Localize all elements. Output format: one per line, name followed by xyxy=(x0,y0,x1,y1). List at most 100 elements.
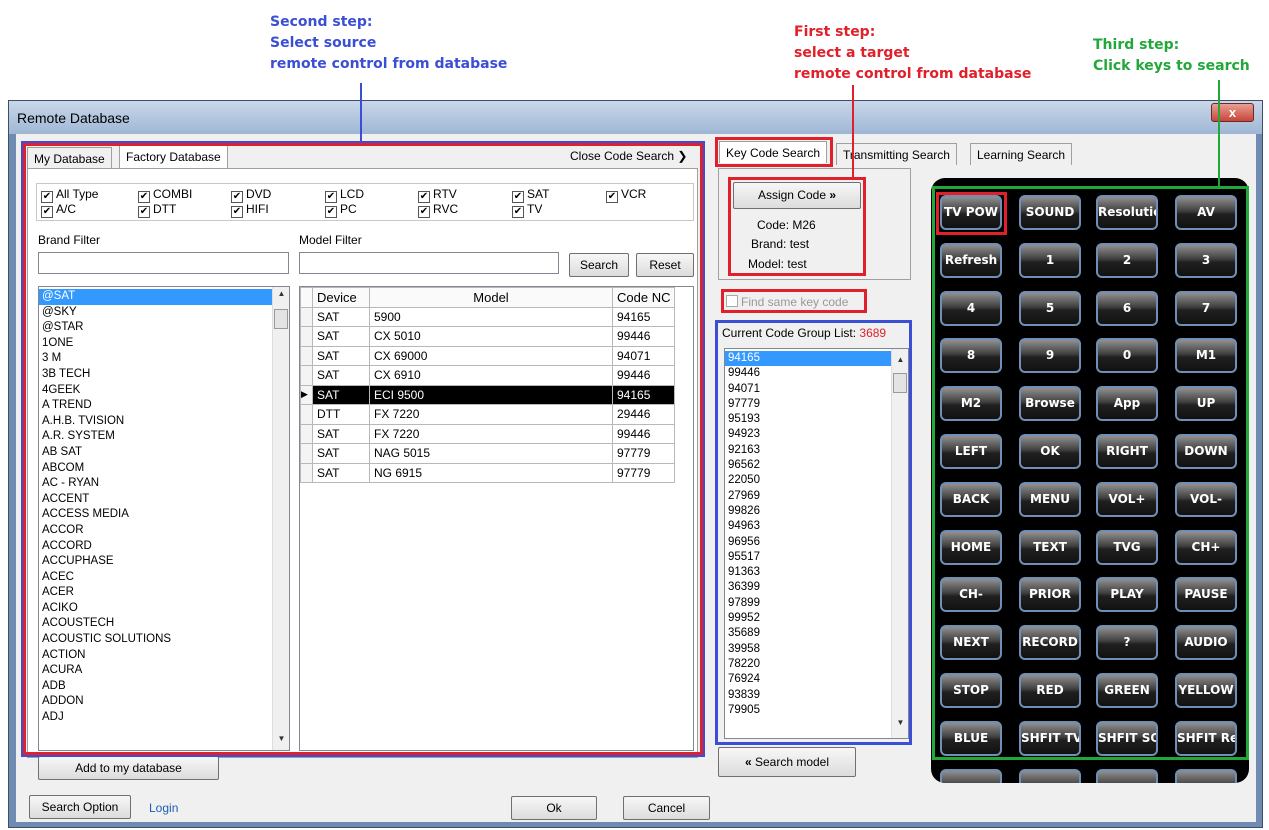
checkbox-rvc[interactable]: ✔ RVC xyxy=(418,202,458,218)
code-list-item[interactable]: 79905 xyxy=(725,703,891,718)
remote-key-back[interactable]: BACK xyxy=(940,481,1002,517)
brand-list-item[interactable]: ACCUPHASE xyxy=(39,554,272,570)
remote-key-right[interactable]: RIGHT xyxy=(1096,434,1158,469)
remote-key-partial[interactable] xyxy=(940,768,1002,783)
code-list-item[interactable]: 92163 xyxy=(725,443,891,458)
scroll-down-icon[interactable]: ▼ xyxy=(892,718,908,732)
remote-key-app[interactable]: App xyxy=(1096,386,1158,422)
remote-key-refresh[interactable]: Refresh xyxy=(940,242,1002,278)
brand-list-item[interactable]: ABCOM xyxy=(39,461,272,477)
remote-key-3[interactable]: 3 xyxy=(1175,242,1237,278)
brand-list-item[interactable]: 3 M xyxy=(39,351,272,367)
code-list-item[interactable]: 78220 xyxy=(725,657,891,672)
tab-factory-database[interactable]: Factory Database xyxy=(119,145,228,169)
table-row[interactable]: SAT CX 5010 99446 xyxy=(300,326,676,347)
row-header[interactable] xyxy=(300,365,313,386)
remote-key-text[interactable]: TEXT xyxy=(1019,529,1081,565)
search-model-button[interactable]: « Search model xyxy=(718,747,856,777)
remote-key-up[interactable]: UP xyxy=(1175,386,1237,422)
checkbox-sat[interactable]: ✔ SAT xyxy=(512,187,549,203)
row-header[interactable] xyxy=(300,462,313,483)
brand-list-item[interactable]: ACER xyxy=(39,585,272,601)
scroll-down-icon[interactable]: ▼ xyxy=(273,734,289,748)
code-list-item[interactable]: 36399 xyxy=(725,580,891,595)
code-list-item[interactable]: 22050 xyxy=(725,473,891,488)
remote-key-ch+[interactable]: CH+ xyxy=(1175,529,1237,565)
tab-key-code-search[interactable]: Key Code Search xyxy=(719,141,828,163)
brand-filter-input[interactable] xyxy=(38,252,289,274)
row-header[interactable]: ▶ xyxy=(300,384,313,405)
tab-transmitting-search[interactable]: Transmitting Search xyxy=(836,143,957,165)
remote-key-menu[interactable]: MENU xyxy=(1019,481,1081,517)
code-list-item[interactable]: 27969 xyxy=(725,489,891,504)
brand-list-item[interactable]: 3B TECH xyxy=(39,367,272,383)
remote-key-down[interactable]: DOWN xyxy=(1175,434,1237,469)
reset-button[interactable]: Reset xyxy=(636,253,694,277)
code-list-item[interactable]: 94071 xyxy=(725,382,891,397)
remote-key-5[interactable]: 5 xyxy=(1019,290,1081,326)
remote-key-partial[interactable] xyxy=(1019,768,1081,783)
scroll-thumb[interactable] xyxy=(274,309,288,329)
brand-list-item[interactable]: ACTION xyxy=(39,648,272,664)
checkbox-tv[interactable]: ✔ TV xyxy=(512,202,542,218)
remote-key-shfit-tv-pow[interactable]: SHFIT TV POW xyxy=(1019,720,1081,756)
code-list-item[interactable]: 94963 xyxy=(725,519,891,534)
remote-key-vol+[interactable]: VOL+ xyxy=(1096,481,1158,517)
tab-my-database[interactable]: My Database xyxy=(27,147,112,169)
table-row[interactable]: SAT CX 6910 99446 xyxy=(300,365,676,386)
row-header[interactable] xyxy=(300,423,313,444)
remote-key-left[interactable]: LEFT xyxy=(940,434,1002,469)
code-list-scrollbar[interactable]: ▲ ▼ xyxy=(891,349,908,738)
checkbox-all-type[interactable]: ✔ All Type xyxy=(41,187,98,203)
code-list-item[interactable]: 94165 xyxy=(725,351,891,367)
code-list-item[interactable]: 99446 xyxy=(725,366,891,381)
add-to-my-database-button[interactable]: Add to my database xyxy=(38,756,219,780)
code-group-list[interactable]: 94165 99446 94071 97779 95193 94923 92163 96562… xyxy=(724,348,909,739)
remote-key-shfit-resolution[interactable]: SHFIT Resolution xyxy=(1175,720,1237,756)
brand-list-item[interactable]: @STAR xyxy=(39,320,272,336)
table-row[interactable]: SAT CX 69000 94071 xyxy=(300,345,676,366)
remote-key-tvg[interactable]: TVG xyxy=(1096,529,1158,565)
remote-key-8[interactable]: 8 xyxy=(940,338,1002,374)
checkbox-hifi[interactable]: ✔ HIFI xyxy=(231,202,269,218)
scroll-thumb[interactable] xyxy=(893,373,907,393)
code-list-item[interactable]: 99826 xyxy=(725,504,891,519)
remote-key-blue[interactable]: BLUE xyxy=(940,720,1002,756)
scroll-up-icon[interactable]: ▲ xyxy=(273,289,289,303)
remote-key-2[interactable]: 2 xyxy=(1096,242,1158,278)
remote-key-red[interactable]: RED xyxy=(1019,673,1081,708)
brand-list-item[interactable]: 4GEEK xyxy=(39,383,272,399)
remote-key-green[interactable]: GREEN xyxy=(1096,673,1158,708)
brand-list-item[interactable]: ACOUSTECH xyxy=(39,616,272,632)
remote-key-partial[interactable] xyxy=(1175,768,1237,783)
table-row[interactable]: SAT NG 6915 97779 xyxy=(300,462,676,483)
brand-list-item[interactable]: A.R. SYSTEM xyxy=(39,429,272,445)
code-list-item[interactable]: 91363 xyxy=(725,565,891,580)
remote-key-6[interactable]: 6 xyxy=(1096,290,1158,326)
brand-list-item[interactable]: ACIKO xyxy=(39,601,272,617)
remote-key-prior[interactable]: PRIOR xyxy=(1019,577,1081,613)
remote-key-stop[interactable]: STOP xyxy=(940,673,1002,708)
remote-key-record[interactable]: RECORD xyxy=(1019,625,1081,661)
table-row[interactable]: SAT 5900 94165 xyxy=(300,306,676,327)
login-link[interactable]: Login xyxy=(149,801,178,815)
table-row[interactable]: SAT FX 7220 99446 xyxy=(300,423,676,444)
brand-list-item[interactable]: 1ONE xyxy=(39,336,272,352)
code-list-item[interactable]: 35689 xyxy=(725,626,891,641)
code-list-item[interactable]: 95193 xyxy=(725,412,891,427)
remote-key-1[interactable]: 1 xyxy=(1019,242,1081,278)
code-list-item[interactable]: 94923 xyxy=(725,427,891,442)
brand-list[interactable]: @SAT @SKY @STAR 1ONE 3 M 3B TECH 4GEEK A TREND A… xyxy=(38,286,290,751)
search-button[interactable]: Search xyxy=(569,253,629,277)
brand-list-item[interactable]: ACCOR xyxy=(39,523,272,539)
remote-key-partial[interactable] xyxy=(1096,768,1158,783)
brand-list-item[interactable]: ACURA xyxy=(39,663,272,679)
checkbox-dvd[interactable]: ✔ DVD xyxy=(231,187,271,203)
brand-list-item[interactable]: AC - RYAN xyxy=(39,476,272,492)
remote-key-pause[interactable]: PAUSE xyxy=(1175,577,1237,613)
brand-list-scrollbar[interactable]: ▲ ▼ xyxy=(272,287,289,750)
checkbox-dtt[interactable]: ✔ DTT xyxy=(138,202,176,218)
code-list-item[interactable]: 99952 xyxy=(725,611,891,626)
table-row[interactable]: SAT NAG 5015 97779 xyxy=(300,443,676,464)
code-list-item[interactable]: 97779 xyxy=(725,397,891,412)
